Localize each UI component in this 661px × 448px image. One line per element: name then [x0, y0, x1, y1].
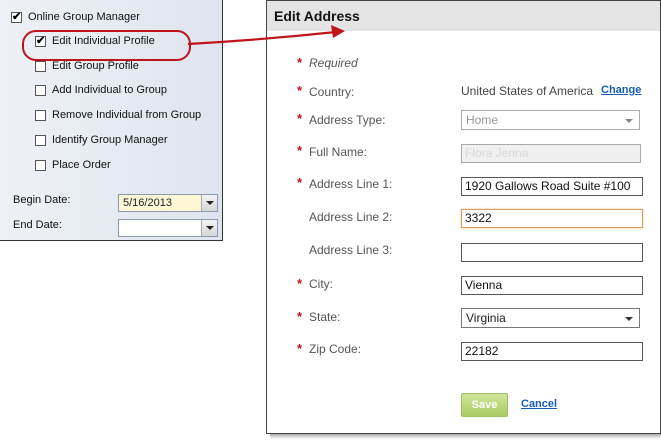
required-note: Required [309, 56, 358, 70]
remove-individual-label: Remove Individual from Group [52, 109, 202, 121]
address-line-1-label: Address Line 1: [309, 177, 393, 191]
identify-group-manager-checkbox[interactable] [35, 135, 46, 146]
address-line-3-label: Address Line 3: [309, 243, 393, 257]
required-star: * [297, 309, 303, 324]
required-star: * [297, 143, 303, 158]
address-line-3-input[interactable] [461, 243, 643, 262]
add-individual-label: Add Individual to Group [52, 84, 167, 96]
cancel-link[interactable]: Cancel [521, 398, 557, 410]
city-input[interactable]: Vienna [461, 276, 643, 295]
address-line-1-input[interactable]: 1920 Gallows Road Suite #100 [461, 177, 643, 196]
group-manager-panel: ✔ Online Group Manager ✔ Edit Individual… [0, 0, 223, 241]
online-group-manager-checkbox[interactable]: ✔ [11, 11, 22, 23]
chevron-down-icon [206, 201, 214, 205]
dialog-shadow [270, 434, 661, 439]
identify-group-manager-label: Identify Group Manager [52, 134, 168, 146]
begin-date-value: 5/16/2013 [123, 197, 172, 209]
begin-date-field[interactable]: 5/16/2013 [118, 194, 218, 212]
remove-individual-checkbox[interactable] [35, 110, 46, 121]
required-star: * [297, 175, 303, 190]
place-order-label: Place Order [52, 159, 111, 171]
place-order-checkbox[interactable] [35, 160, 46, 171]
required-star: * [297, 111, 303, 126]
address-type-label: Address Type: [309, 113, 386, 127]
chevron-down-icon [625, 119, 633, 123]
edit-individual-profile-checkbox[interactable]: ✔ [35, 35, 46, 47]
required-star: * [297, 341, 303, 356]
full-name-input[interactable]: Flora Jenna [461, 144, 641, 163]
full-name-label: Full Name: [309, 145, 368, 159]
begin-date-dropdown-button[interactable] [201, 195, 217, 211]
state-label: State: [309, 310, 341, 324]
state-value: Virginia [466, 311, 506, 325]
city-label: City: [309, 277, 333, 291]
begin-date-label: Begin Date: [13, 194, 71, 206]
edit-group-profile-checkbox[interactable] [35, 61, 46, 72]
edit-group-profile-label: Edit Group Profile [52, 60, 139, 72]
required-star: * [297, 55, 303, 70]
add-individual-checkbox[interactable] [35, 85, 46, 96]
end-date-dropdown-button[interactable] [201, 220, 217, 236]
check-icon: ✔ [12, 11, 22, 23]
save-button[interactable]: Save [461, 393, 508, 417]
country-value: United States of America [461, 84, 594, 98]
end-date-field[interactable] [118, 219, 218, 237]
address-line-2-input[interactable]: 3322 [461, 209, 643, 228]
zip-code-input[interactable]: 22182 [461, 342, 643, 361]
address-type-select[interactable]: Home [461, 110, 640, 130]
zip-code-label: Zip Code: [309, 342, 362, 356]
dialog-header: Edit Address [267, 1, 660, 31]
required-star: * [297, 83, 303, 98]
check-icon: ✔ [36, 35, 46, 47]
dialog-title: Edit Address [274, 8, 360, 24]
chevron-down-icon [625, 317, 633, 321]
end-date-label: End Date: [13, 219, 62, 231]
state-select[interactable]: Virginia [461, 308, 640, 328]
edit-individual-profile-label: Edit Individual Profile [52, 35, 155, 47]
address-line-2-label: Address Line 2: [309, 210, 393, 224]
change-country-link[interactable]: Change [601, 84, 641, 96]
required-star: * [297, 276, 303, 291]
country-label: Country: [309, 85, 355, 99]
chevron-down-icon [206, 226, 214, 230]
online-group-manager-label: Online Group Manager [28, 11, 140, 23]
address-type-value: Home [466, 113, 499, 127]
